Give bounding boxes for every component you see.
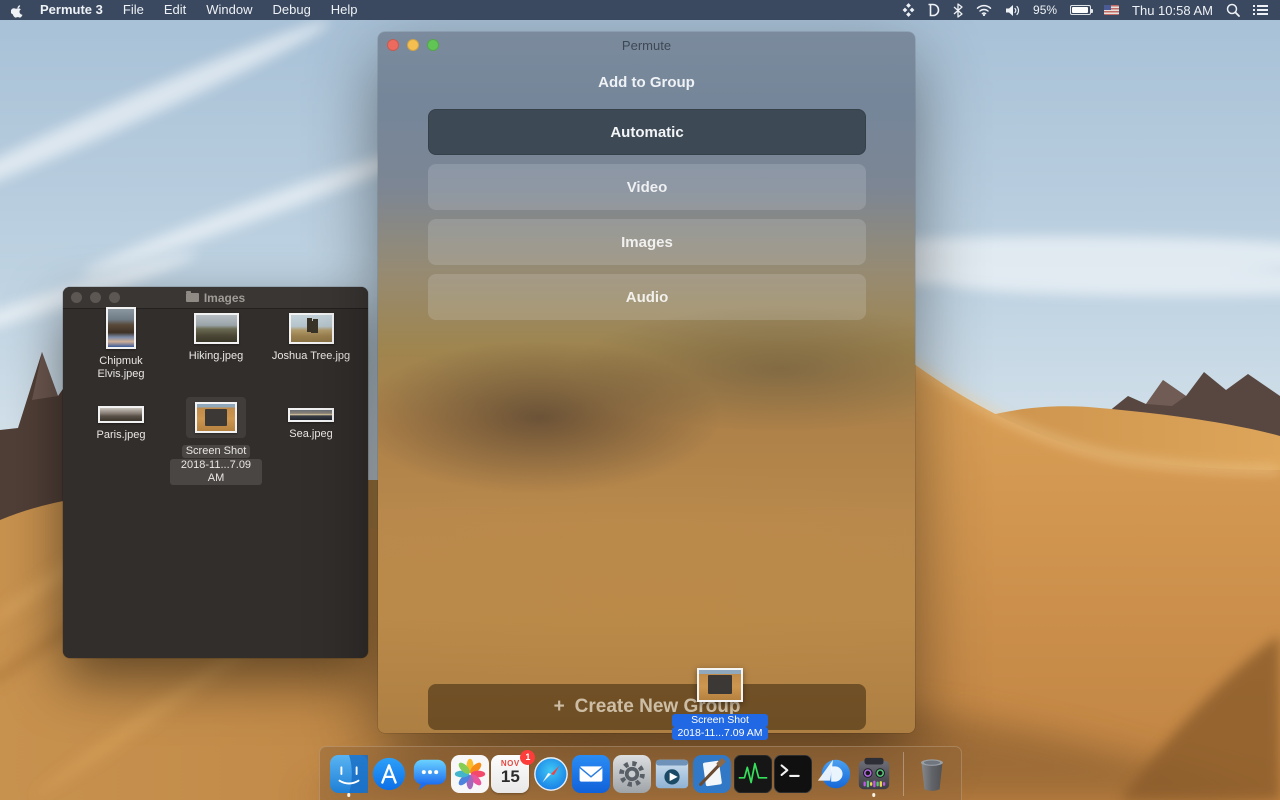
file-chipmuk-elvis[interactable]: Chipmuk Elvis.jpeg: [75, 307, 167, 381]
dock-item-safari[interactable]: [531, 750, 570, 798]
menu-edit[interactable]: Edit: [154, 0, 196, 20]
dock-item-trash[interactable]: [913, 750, 952, 798]
file-name: Sea.jpeg: [289, 428, 332, 441]
finder-window-title: Images: [63, 291, 368, 305]
image-thumbnail: [195, 402, 237, 433]
dock-item-messages[interactable]: [410, 750, 449, 798]
app-menu[interactable]: Permute 3: [34, 0, 113, 20]
quicktime-player-icon: [653, 755, 691, 793]
bluetooth-icon[interactable]: [953, 3, 963, 18]
dock-item-finder[interactable]: [329, 750, 368, 798]
menu-window[interactable]: Window: [196, 0, 262, 20]
finder-titlebar[interactable]: Images: [63, 287, 368, 309]
add-to-group-heading: Add to Group: [378, 74, 915, 91]
trash-icon: [913, 754, 951, 794]
dock-item-dash[interactable]: [814, 750, 853, 798]
dock-item-xcode[interactable]: [693, 750, 732, 798]
image-thumbnail: [289, 313, 334, 344]
us-flag-icon[interactable]: [1104, 5, 1119, 15]
permute-window: Permute Add to Group Automatic Video Ima…: [378, 32, 915, 733]
photos-icon: [451, 755, 489, 793]
notification-center-icon[interactable]: [1253, 4, 1268, 16]
image-thumbnail: [288, 408, 334, 422]
battery-icon[interactable]: [1070, 5, 1091, 15]
dock-item-terminal[interactable]: [773, 750, 812, 798]
file-name: Joshua Tree.jpg: [272, 350, 350, 363]
xcode-icon: [693, 755, 731, 793]
group-button-automatic[interactable]: Automatic: [428, 109, 866, 155]
dock-item-activity-monitor[interactable]: [733, 750, 772, 798]
system-preferences-icon: [613, 755, 651, 793]
volume-icon[interactable]: [1005, 4, 1020, 17]
dock-item-calendar[interactable]: NOV 15 1: [491, 750, 530, 798]
file-name: Hiking.jpeg: [189, 350, 243, 363]
dock-item-app-store[interactable]: [369, 750, 408, 798]
wifi-icon[interactable]: [976, 4, 992, 16]
safari-icon: [532, 755, 570, 793]
file-joshua-tree[interactable]: Joshua Tree.jpg: [265, 313, 357, 363]
dock: NOV 15 1: [319, 746, 962, 800]
duet-d-icon[interactable]: [928, 3, 940, 17]
apple-icon: [11, 3, 24, 18]
finder-window-images: Images Chipmuk Elvis.jpeg Hiking.jpeg Jo…: [63, 287, 368, 658]
finder-icon: [330, 755, 368, 793]
battery-percent: 95%: [1033, 3, 1057, 17]
dock-item-mail[interactable]: [571, 750, 610, 798]
create-new-group-button[interactable]: + Create New Group: [428, 684, 866, 730]
file-screen-shot-selected[interactable]: Screen Shot 2018-11...7.09 AM: [170, 397, 262, 485]
dock-item-permute[interactable]: [854, 750, 893, 798]
file-hiking[interactable]: Hiking.jpeg: [170, 313, 262, 363]
file-name: Chipmuk Elvis.jpeg: [97, 355, 144, 381]
menu-debug[interactable]: Debug: [262, 0, 320, 20]
menu-bar: Permute 3 File Edit Window Debug Help 9: [0, 0, 1280, 20]
group-button-audio[interactable]: Audio: [428, 274, 866, 320]
plus-icon: +: [554, 696, 565, 718]
app-store-icon: [370, 755, 408, 793]
desktop: Permute 3 File Edit Window Debug Help 9: [0, 0, 1280, 800]
dock-item-quicktime-player[interactable]: [652, 750, 691, 798]
mail-icon: [572, 755, 610, 793]
file-paris[interactable]: Paris.jpeg: [75, 406, 167, 442]
messages-icon: [411, 755, 449, 793]
file-name: Paris.jpeg: [97, 429, 146, 442]
dash-icon: [815, 755, 853, 793]
activity-monitor-icon: [734, 755, 772, 793]
running-indicator: [872, 793, 876, 797]
group-button-images[interactable]: Images: [428, 219, 866, 265]
spotlight-icon[interactable]: [1226, 3, 1240, 17]
image-thumbnail: [194, 313, 239, 344]
permute-window-title: Permute: [378, 38, 915, 53]
running-indicator: [347, 793, 351, 797]
permute-icon: [855, 755, 893, 793]
file-sea[interactable]: Sea.jpeg: [265, 408, 357, 441]
image-thumbnail: [106, 307, 136, 349]
file-name: Screen Shot 2018-11...7.09 AM: [170, 444, 262, 485]
menu-help[interactable]: Help: [321, 0, 368, 20]
dock-item-system-preferences[interactable]: [612, 750, 651, 798]
apple-menu[interactable]: [0, 3, 34, 18]
folder-icon: [186, 293, 199, 302]
menu-clock[interactable]: Thu 10:58 AM: [1132, 3, 1213, 18]
diamonds-icon[interactable]: [902, 3, 915, 17]
calendar-icon: NOV 15 1: [491, 755, 529, 793]
menu-file[interactable]: File: [113, 0, 154, 20]
terminal-icon: [774, 755, 812, 793]
dock-separator: [903, 752, 904, 796]
dock-item-photos[interactable]: [450, 750, 489, 798]
image-thumbnail: [98, 406, 144, 423]
group-button-video[interactable]: Video: [428, 164, 866, 210]
